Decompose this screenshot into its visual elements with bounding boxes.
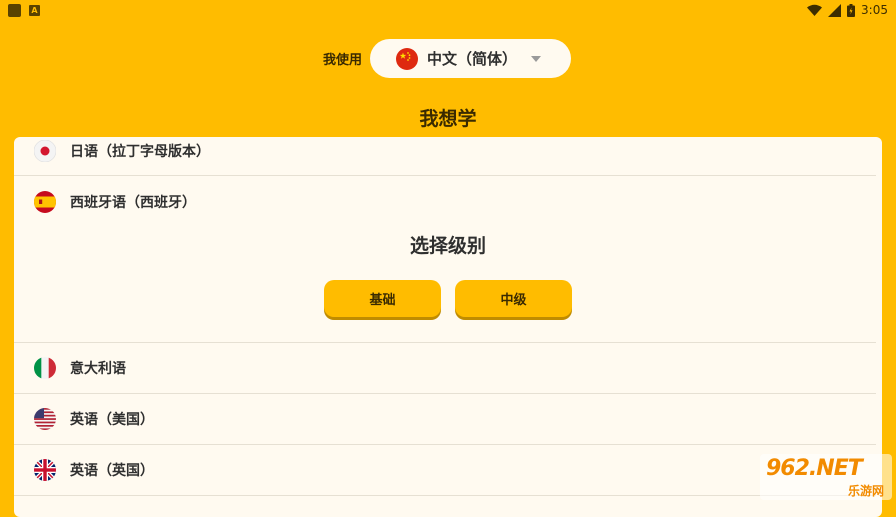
level-picker-title: 选择级别 bbox=[409, 235, 486, 257]
use-label: 我使用 bbox=[323, 53, 363, 68]
uk-flag-icon bbox=[34, 458, 56, 481]
italy-flag-icon bbox=[34, 356, 56, 379]
notification-icon bbox=[8, 4, 21, 17]
chevron-down-icon bbox=[531, 55, 542, 62]
basic-level-button[interactable]: 基础 bbox=[324, 280, 441, 317]
list-item-japanese[interactable]: 日语（拉丁字母版本） bbox=[14, 137, 876, 176]
language-label: 英语（英国） bbox=[70, 462, 154, 479]
spain-flag-icon bbox=[34, 190, 56, 213]
divider bbox=[14, 495, 876, 496]
watermark-text: 962.NET bbox=[766, 456, 863, 481]
status-bar: A 3:05 bbox=[0, 0, 896, 22]
language-label: 日语（拉丁字母版本） bbox=[70, 143, 210, 160]
watermark-logo: 962.NET 乐游网 bbox=[760, 454, 892, 500]
native-language-row: 我使用 中文（简体） bbox=[323, 39, 572, 78]
language-list: 日语（拉丁字母版本） 西班牙语（西班牙） 选择级别 基础 中级 意大利语 英语（… bbox=[14, 137, 882, 517]
language-label: 英语（美国） bbox=[70, 411, 154, 428]
page-title: 我想学 bbox=[419, 108, 477, 130]
battery-icon bbox=[847, 3, 856, 17]
language-label: 西班牙语（西班牙） bbox=[70, 194, 196, 211]
watermark-subtext: 乐游网 bbox=[847, 484, 884, 498]
wifi-icon bbox=[807, 4, 823, 16]
list-item-italian[interactable]: 意大利语 bbox=[14, 342, 876, 393]
clock: 3:05 bbox=[861, 3, 888, 17]
selected-language: 中文（简体） bbox=[427, 50, 518, 68]
language-label: 意大利语 bbox=[70, 360, 126, 377]
signal-icon bbox=[828, 3, 842, 17]
list-item-spanish[interactable]: 西班牙语（西班牙） bbox=[14, 176, 876, 227]
native-language-dropdown[interactable]: 中文（简体） bbox=[370, 39, 572, 78]
china-flag-icon bbox=[396, 47, 419, 70]
keyboard-icon: A bbox=[29, 5, 40, 16]
japan-flag-icon bbox=[34, 139, 56, 162]
intermediate-level-button[interactable]: 中级 bbox=[455, 280, 572, 317]
list-item-english-uk[interactable]: 英语（英国） bbox=[14, 444, 876, 495]
list-item-english-us[interactable]: 英语（美国） bbox=[14, 393, 876, 444]
usa-flag-icon bbox=[34, 407, 56, 430]
